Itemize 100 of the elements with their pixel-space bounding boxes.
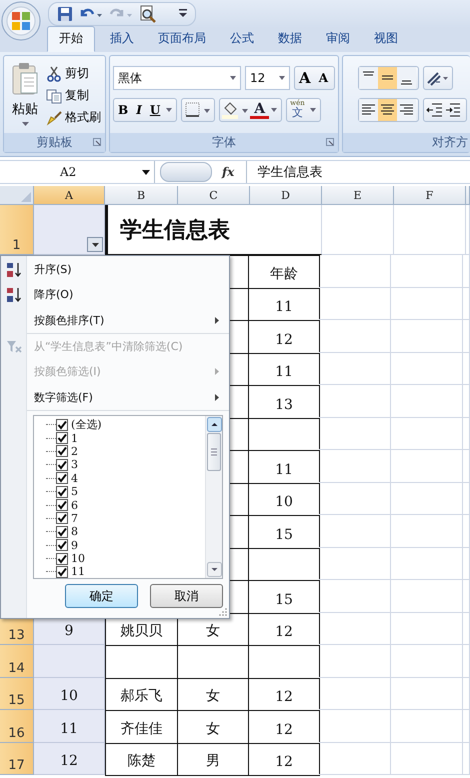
menu-item[interactable]: 升序(S) [27,257,229,282]
menu-item[interactable]: 降序(O) [27,282,229,307]
dialog-launcher-icon[interactable] [326,138,334,146]
scroll-down-icon[interactable] [206,562,222,577]
row-header[interactable]: 17 [0,742,34,775]
caret-icon[interactable] [310,108,316,112]
align-center-icon[interactable] [378,99,397,121]
menu-item[interactable]: 按颜色排序(T) [27,307,229,334]
checkbox[interactable] [56,458,68,471]
table-cell [391,255,463,288]
row-header[interactable]: 14 [0,645,34,678]
splitter-handle[interactable] [160,162,212,182]
shrink-font-button[interactable]: A [314,68,332,88]
ribbon-tab[interactable]: 页面布局 [149,26,215,52]
font-name-field[interactable]: 黑体 [113,66,242,90]
table-cell [391,580,463,612]
caret-icon[interactable] [166,108,172,112]
table-cell [319,612,391,645]
value-label: 6 [71,498,78,512]
scissors-icon [46,66,62,82]
table-cell: 年龄 [248,255,320,288]
ribbon-tab[interactable]: 开始 [47,26,95,52]
checkbox[interactable] [56,432,68,444]
value-label: 10 [71,552,85,566]
table-cell [391,288,463,320]
checkbox[interactable] [56,418,68,431]
submenu-arrow-icon [215,368,219,375]
copy-button[interactable]: 复制 [44,86,103,105]
checkbox[interactable] [56,486,68,498]
bold-button[interactable]: B [114,100,132,120]
insert-function-button[interactable]: fx [222,165,234,179]
group-label: 字体 [212,134,236,151]
align-left-icon[interactable] [359,99,378,121]
caret-icon [279,76,286,80]
sort-descending-icon [6,286,22,302]
row-header[interactable]: 15 [0,678,34,710]
checkbox[interactable] [56,472,68,484]
customize-toolbar-icon[interactable] [179,9,187,19]
ok-button[interactable]: 确定 [65,584,138,608]
top-align-icon[interactable] [359,67,378,89]
middle-align-icon[interactable] [378,67,397,89]
table-cell: 12 [34,742,105,775]
column-header[interactable]: E [322,186,394,205]
checkbox[interactable] [56,526,68,538]
ribbon-tab[interactable]: 公式 [221,26,263,52]
checkbox[interactable] [56,539,68,552]
checkbox[interactable] [56,499,68,512]
column-header[interactable]: B [105,186,178,205]
scrollbar[interactable] [205,416,222,578]
submenu-arrow-icon [215,317,219,324]
grow-font-button[interactable]: A [295,68,315,88]
print-preview-icon[interactable] [139,5,157,23]
italic-button[interactable]: I [132,100,146,120]
ribbon-tab[interactable]: 审阅 [317,26,359,52]
checkbox[interactable] [56,512,68,524]
paste-button[interactable]: 粘贴 [6,60,44,129]
format-painter-button[interactable]: 格式刷 [44,108,103,127]
column-header[interactable]: A [34,186,105,205]
table-cell [391,418,463,450]
checkbox[interactable] [56,445,68,458]
scroll-up-icon[interactable] [206,417,222,432]
group-label: 剪贴板 [36,134,73,151]
align-right-icon[interactable] [397,99,416,121]
ribbon-tab[interactable]: 插入 [101,26,143,52]
dialog-launcher-icon[interactable] [93,138,102,146]
clipboard-icon [11,62,39,96]
filter-dropdown-button[interactable] [87,237,103,252]
cut-button[interactable]: 剪切 [44,64,103,83]
submenu-arrow-icon [215,394,219,401]
name-box[interactable]: A2 [0,161,155,183]
checkbox[interactable] [56,566,68,578]
menu-item[interactable]: 数字筛选(F) [27,384,229,411]
table-cell [391,710,463,742]
table-cell [391,742,463,775]
table-cell [391,385,463,418]
row-header[interactable]: 16 [0,710,34,742]
group-label: 对齐方 [432,134,468,151]
underline-button[interactable]: U [146,100,164,120]
checkbox[interactable] [56,552,68,565]
table-cell: 11 [34,710,105,742]
row-header[interactable]: 1 [0,205,34,255]
column-header[interactable]: F [394,186,466,205]
bottom-align-icon[interactable] [397,67,416,89]
cancel-button[interactable]: 取消 [150,584,223,608]
column-header[interactable]: C [178,186,250,205]
ribbon-tab[interactable]: 数据 [269,26,311,52]
table-cell [319,548,391,580]
table-cell [391,678,463,710]
ribbon-tab[interactable]: 视图 [365,26,407,52]
table-cell [319,482,391,515]
column-header[interactable]: D [250,186,322,205]
formula-input[interactable]: 学生信息表 [246,161,470,183]
scroll-thumb[interactable] [207,433,221,471]
caret-icon [22,122,28,126]
table-cell [391,320,463,352]
caret-icon[interactable] [271,108,278,112]
resize-grip-icon[interactable] [219,608,227,616]
save-icon[interactable] [57,6,73,22]
value-label: 5 [71,485,78,498]
font-size-field[interactable]: 12 [245,66,290,90]
